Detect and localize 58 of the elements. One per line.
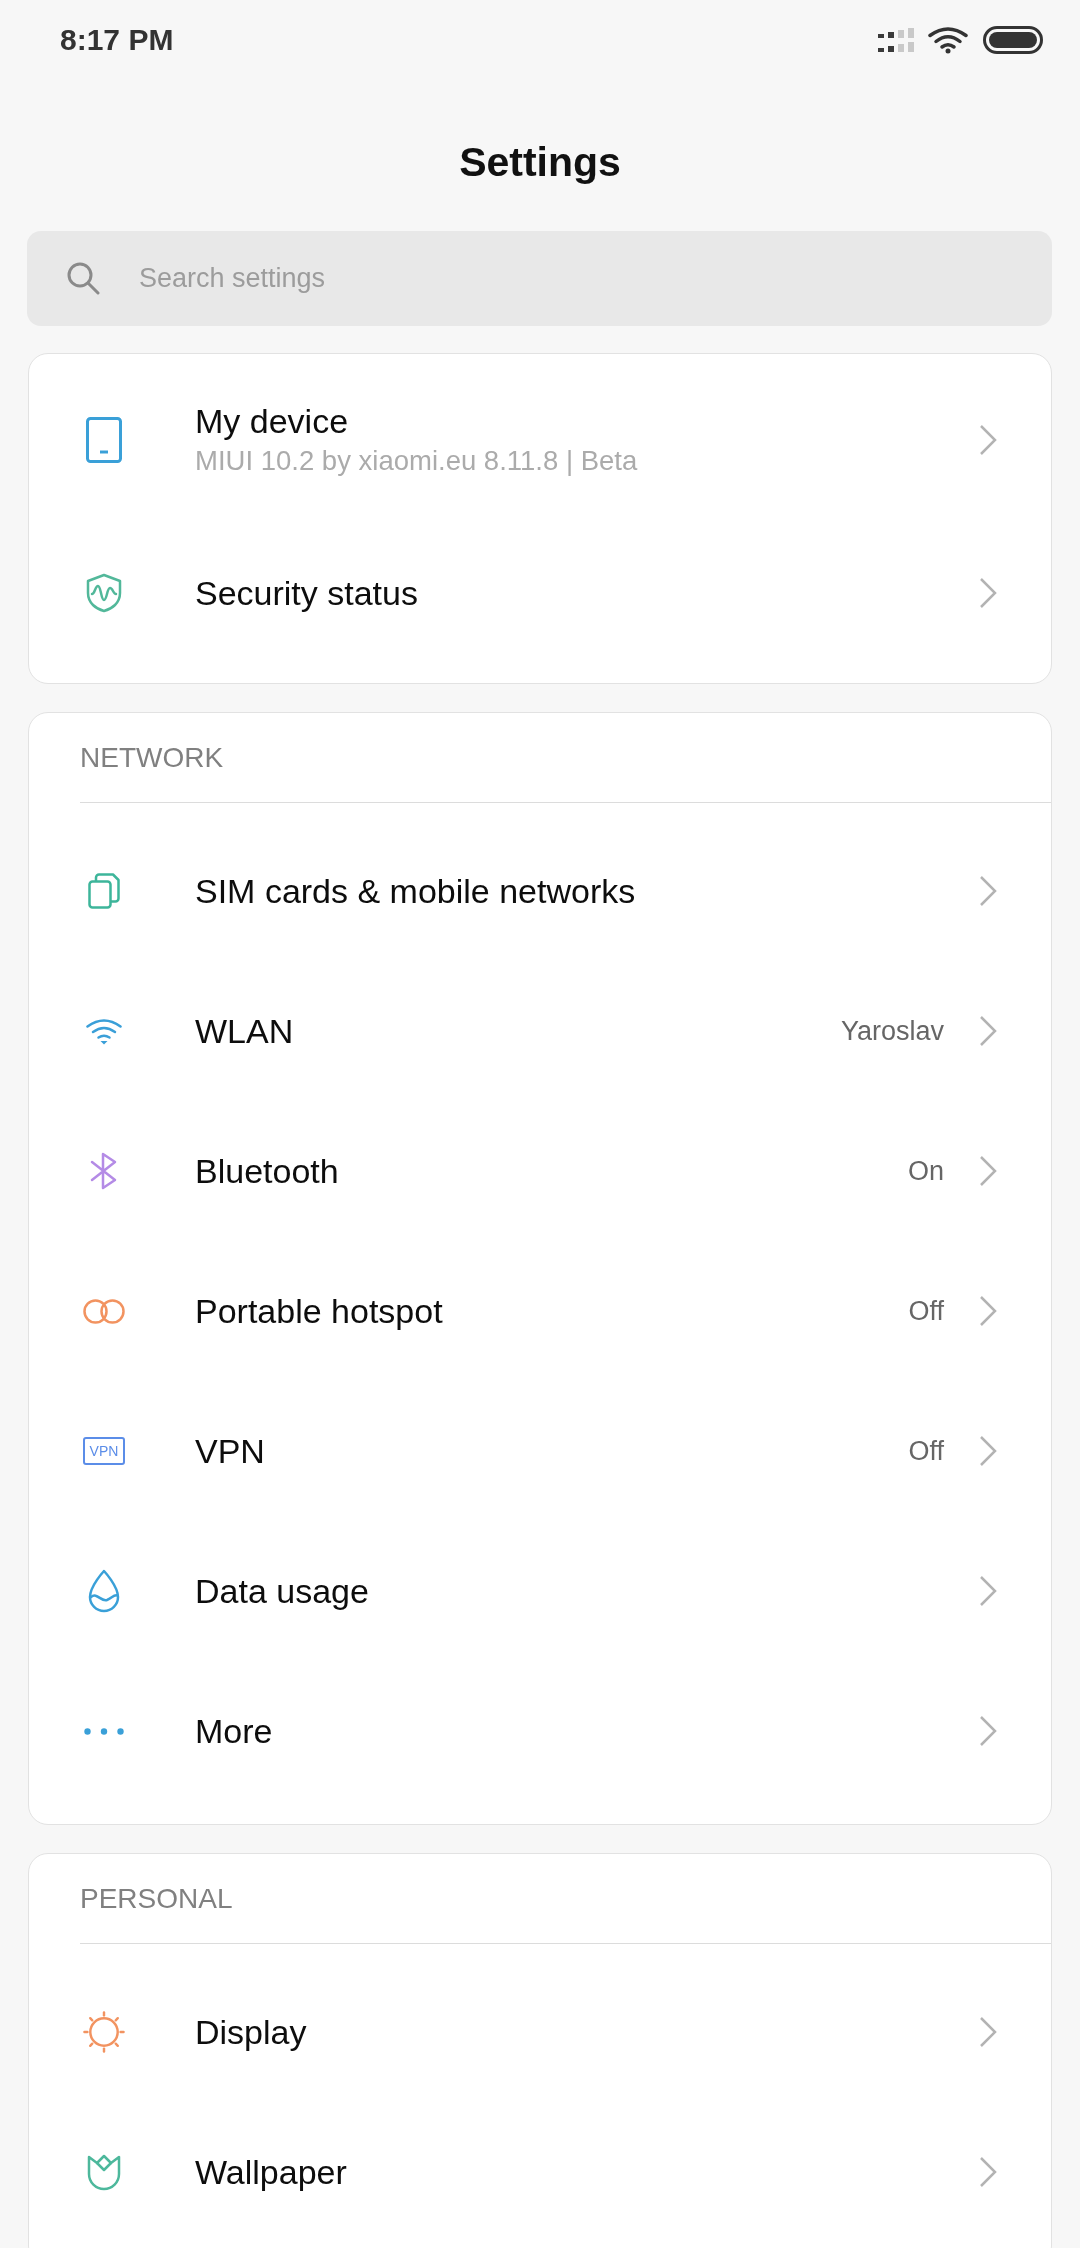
chevron-icon [979, 1715, 997, 1747]
settings-item[interactable]: Portable hotspot Off [29, 1241, 1051, 1381]
chevron-icon [979, 423, 997, 456]
page-title: Settings [459, 138, 621, 187]
settings-item[interactable]: Bluetooth On [29, 1101, 1051, 1241]
sim-cards-icon [88, 873, 120, 909]
tablet-icon [86, 416, 122, 463]
settings-item[interactable]: More [29, 1661, 1051, 1801]
droplet-icon [87, 1569, 121, 1613]
search-field[interactable]: Search settings [27, 231, 1052, 326]
settings-item[interactable]: SIM cards & mobile networks [29, 821, 1051, 961]
signal-icon [878, 27, 916, 53]
item-label: Bluetooth [195, 1151, 340, 1191]
rings-icon [83, 1298, 125, 1324]
section-heading: PERSONAL [80, 1882, 233, 1915]
settings-item[interactable]: Security status [29, 516, 1051, 669]
item-label: Wallpaper [195, 2152, 348, 2192]
sun-icon [82, 2010, 126, 2054]
item-label: Data usage [195, 1571, 370, 1611]
battery-icon [983, 26, 1043, 54]
item-value: Yaroslav [840, 1015, 944, 1047]
chevron-icon [979, 1295, 997, 1327]
item-label: Display [195, 2012, 308, 2052]
item-label: My device [195, 401, 350, 441]
settings-item[interactable]: WLAN Yaroslav [29, 961, 1051, 1101]
settings-item[interactable]: My device MIUI 10.2 by xiaomi.eu 8.11.8 | Beta [29, 363, 1051, 516]
item-label: VPN [195, 1431, 266, 1471]
section-heading: NETWORK [80, 741, 224, 774]
item-label: Portable hotspot [195, 1291, 444, 1331]
wifi-icon [85, 1017, 123, 1045]
chevron-icon [979, 1435, 997, 1467]
chevron-icon [979, 875, 997, 907]
item-subtitle: MIUI 10.2 by xiaomi.eu 8.11.8 | Beta [195, 444, 639, 478]
chevron-icon [979, 2156, 997, 2188]
wifi-icon [928, 26, 968, 54]
item-value: Off [908, 1295, 944, 1327]
settings-item[interactable]: Data usage [29, 1521, 1051, 1661]
settings-item[interactable]: VPN VPN Off [29, 1381, 1051, 1521]
chevron-icon [979, 1575, 997, 1607]
chevron-icon [979, 576, 997, 609]
status-time: 8:17 PM [60, 23, 174, 57]
chevron-icon [979, 1155, 997, 1187]
tulip-icon [86, 2153, 122, 2191]
settings-item[interactable]: Wallpaper [29, 2102, 1051, 2242]
bluetooth-icon [89, 1152, 119, 1190]
shield-icon [86, 572, 122, 613]
item-value: On [907, 1155, 944, 1187]
item-value: Off [908, 1435, 944, 1467]
vpn-icon: VPN [82, 1437, 126, 1465]
item-label: WLAN [195, 1011, 295, 1051]
chevron-icon [979, 2016, 997, 2048]
settings-item[interactable]: Display [29, 1962, 1051, 2102]
chevron-icon [979, 1015, 997, 1047]
item-label: More [195, 1711, 274, 1751]
more-dots-icon [84, 1727, 124, 1735]
search-icon [66, 261, 100, 295]
item-label: SIM cards & mobile networks [195, 871, 637, 911]
item-label: Security status [195, 572, 419, 613]
